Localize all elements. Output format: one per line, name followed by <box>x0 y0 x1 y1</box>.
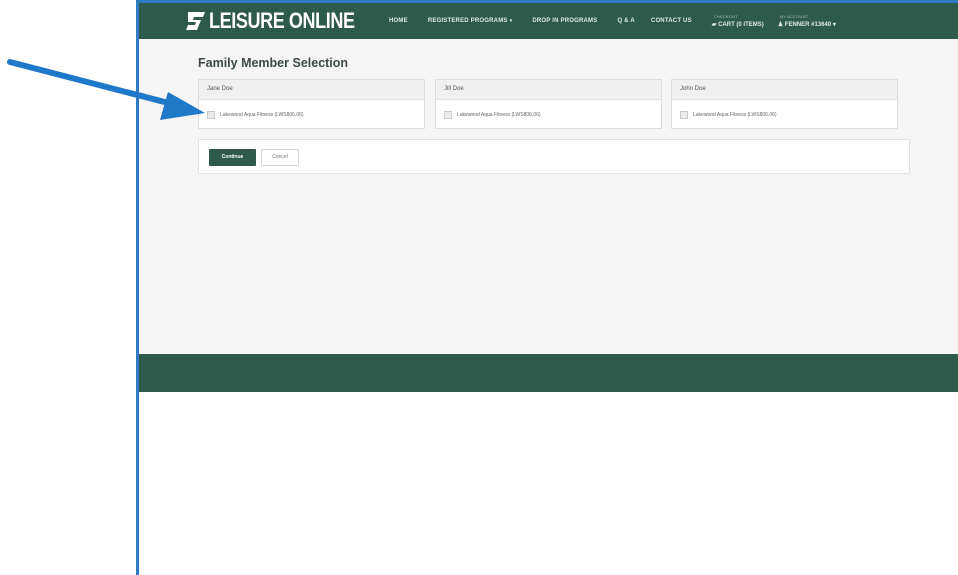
chevron-down-icon: ▾ <box>831 22 836 28</box>
site-logo[interactable]: LEISURE ONLINE <box>185 8 387 34</box>
nav-cart[interactable]: CHECKOUT ▰ CART (0 ITEMS) <box>712 14 764 28</box>
user-icon: ♟ <box>777 22 785 28</box>
nav-account[interactable]: MY ACCOUNT ♟ FENNER #13640 ▾ <box>778 14 836 28</box>
nav-registered-programs[interactable]: REGISTERED PROGRAMS ▾ <box>428 18 513 24</box>
program-label: Lakewood Aqua Fitness (LWS806.06) <box>220 112 304 118</box>
nav-registered-programs-label: REGISTERED PROGRAMS <box>427 18 508 24</box>
member-name: Jane Doe <box>199 80 424 100</box>
page-title: Family Member Selection <box>198 56 349 70</box>
member-name: Jill Doe <box>436 80 661 100</box>
program-checkbox[interactable] <box>444 111 452 119</box>
member-program-row: Lakewood Aqua Fitness (LWS806.06) <box>199 100 424 130</box>
nav-drop-in-programs[interactable]: DROP IN PROGRAMS <box>532 18 597 24</box>
nav-home[interactable]: HOME <box>389 18 408 24</box>
program-checkbox[interactable] <box>207 111 215 119</box>
account-label-wrap: ♟ FENNER #13640 ▾ <box>778 21 836 28</box>
member-name: John Doe <box>672 80 897 100</box>
program-label: Lakewood Aqua Fitness (LWS806.06) <box>457 112 541 118</box>
browser-window: LEISURE ONLINE HOME REGISTERED PROGRAMS ▾… <box>136 0 958 575</box>
cart-label: CART (0 ITEMS) <box>718 22 764 28</box>
footer-band <box>139 354 958 392</box>
action-bar: Continue Cancel <box>198 139 910 174</box>
program-label: Lakewood Aqua Fitness (LWS806.06) <box>693 112 777 118</box>
cart-label-wrap: ▰ CART (0 ITEMS) <box>712 21 764 28</box>
member-panel: Jane Doe Lakewood Aqua Fitness (LWS806.0… <box>198 79 425 129</box>
program-checkbox[interactable] <box>680 111 688 119</box>
account-caption: MY ACCOUNT <box>779 14 809 19</box>
nav-qa[interactable]: Q & A <box>617 18 634 24</box>
nav-contact-us[interactable]: CONTACT US <box>651 18 692 24</box>
leisure-logo-icon <box>186 12 205 30</box>
cancel-button[interactable]: Cancel <box>261 149 299 166</box>
chevron-down-icon: ▾ <box>509 18 513 24</box>
checkout-caption: CHECKOUT <box>713 14 738 19</box>
screenshot-stage: LEISURE ONLINE HOME REGISTERED PROGRAMS ▾… <box>0 0 958 575</box>
top-navbar: LEISURE ONLINE HOME REGISTERED PROGRAMS ▾… <box>139 3 958 39</box>
continue-button[interactable]: Continue <box>209 149 256 166</box>
member-panel: John Doe Lakewood Aqua Fitness (LWS806.0… <box>671 79 898 129</box>
logo-text: LEISURE ONLINE <box>209 8 355 33</box>
member-program-row: Lakewood Aqua Fitness (LWS806.06) <box>672 100 897 130</box>
main-content: Family Member Selection Jane Doe Lakewoo… <box>139 39 958 354</box>
member-panel: Jill Doe Lakewood Aqua Fitness (LWS806.0… <box>435 79 662 129</box>
main-nav: HOME REGISTERED PROGRAMS ▾ DROP IN PROGRA… <box>389 3 850 39</box>
page-below-footer <box>139 392 958 575</box>
member-program-row: Lakewood Aqua Fitness (LWS806.06) <box>436 100 661 130</box>
account-name: FENNER #13640 <box>784 22 832 28</box>
